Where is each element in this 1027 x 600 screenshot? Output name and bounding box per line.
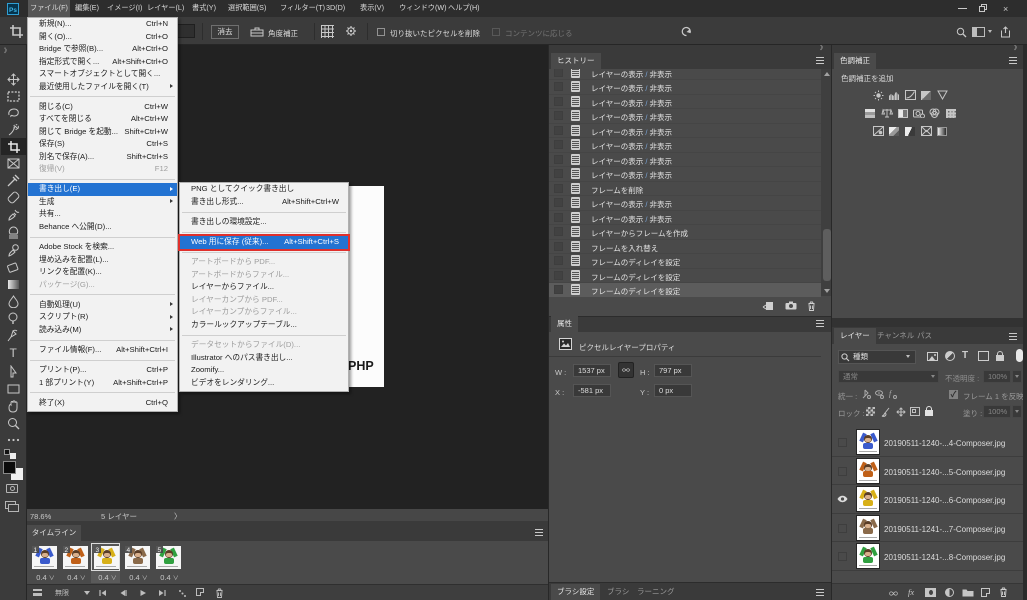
svg-text:f: f (889, 389, 893, 398)
svg-text:T: T (10, 346, 18, 359)
